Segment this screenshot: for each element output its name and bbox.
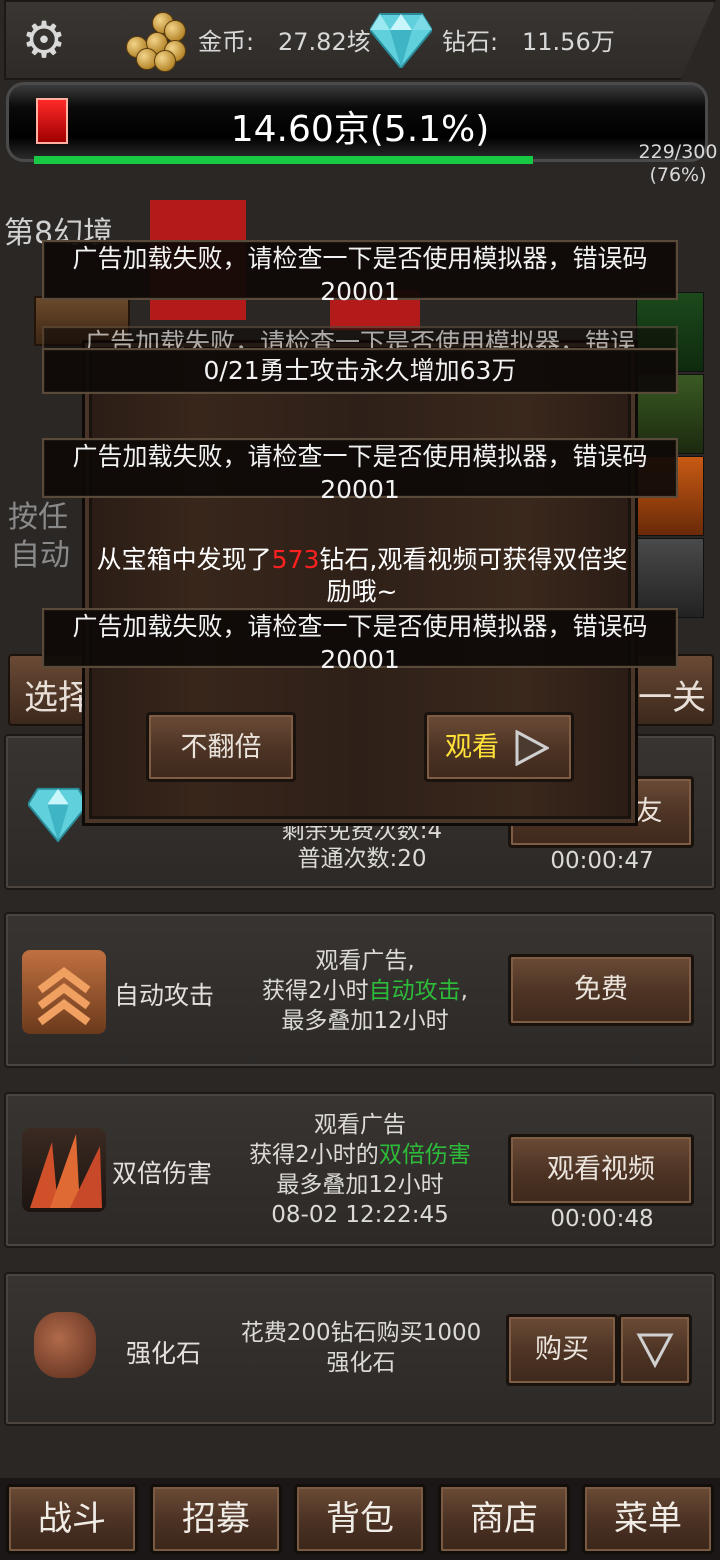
chevron-up-icon bbox=[22, 950, 106, 1034]
watch-video-button[interactable]: 观看视频 bbox=[508, 1134, 694, 1206]
double-damage-desc: 观看广告 获得2小时的双倍伤害 最多叠加12小时 08-02 12:22:45 bbox=[249, 1112, 471, 1228]
auto-attack-free-button[interactable]: 免费 bbox=[508, 954, 694, 1026]
auto-attack-desc: 观看广告, 获得2小时自动攻击, 最多叠加12小时 bbox=[262, 948, 468, 1034]
nav-backpack[interactable]: 背包 bbox=[294, 1484, 426, 1554]
kill-percent: (76%) bbox=[649, 164, 707, 186]
nav-battle[interactable]: 战斗 bbox=[6, 1484, 138, 1554]
warrior-boost-toast: 0/21勇士攻击永久增加63万 bbox=[42, 348, 678, 394]
gold-coins-icon bbox=[122, 10, 190, 72]
boss-hp-text: 14.60京(5.1%) bbox=[230, 109, 490, 150]
watch-ad-button[interactable]: 观看 bbox=[424, 712, 574, 782]
popup-message: 从宝箱中发现了573钻石,观看视频可获得双倍奖励哦~ bbox=[96, 545, 628, 606]
ad-error-toast: 广告加载失败，请检查一下是否使用模拟器，错误码20001 bbox=[42, 438, 678, 504]
boss-hp-progress-fill bbox=[34, 156, 533, 164]
dropdown-arrow-button[interactable] bbox=[618, 1314, 692, 1386]
diamond-value: 11.56万 bbox=[522, 28, 615, 56]
nav-recruit[interactable]: 招募 bbox=[150, 1484, 282, 1554]
enhance-stone-icon bbox=[34, 1312, 96, 1378]
nav-menu[interactable]: 菜单 bbox=[582, 1484, 714, 1554]
triangle-down-icon bbox=[636, 1333, 674, 1369]
diamond-row-timer: 00:00:47 bbox=[550, 848, 654, 874]
diamond-label: 钻石: bbox=[442, 28, 499, 56]
ad-error-toast: 广告加载失败，请检查一下是否使用模拟器，错误码20001 bbox=[42, 240, 678, 306]
nav-shop[interactable]: 商店 bbox=[438, 1484, 570, 1554]
next-stage-label: 一关 bbox=[638, 678, 706, 718]
diamond-icon bbox=[370, 13, 432, 68]
double-damage-timer: 00:00:48 bbox=[550, 1206, 654, 1232]
buy-button[interactable]: 购买 bbox=[506, 1314, 618, 1386]
diamond-icon bbox=[28, 787, 88, 843]
sword-skill-icon bbox=[636, 538, 704, 618]
auto-hint-text: 自动 bbox=[10, 538, 70, 573]
gear-icon[interactable]: ⚙ bbox=[18, 14, 70, 66]
play-icon bbox=[515, 730, 549, 766]
no-double-button[interactable]: 不翻倍 bbox=[146, 712, 296, 782]
ad-error-toast: 广告加载失败，请检查一下是否使用模拟器，错误码20001 bbox=[42, 608, 678, 674]
double-damage-name: 双倍伤害 bbox=[112, 1159, 213, 1188]
claw-icon bbox=[22, 1128, 106, 1212]
normal-count-label: 普通次数:20 bbox=[297, 846, 427, 872]
kill-count: 229/300 bbox=[638, 141, 718, 163]
enhance-stone-desc: 花费200钻石购买1000 强化石 bbox=[240, 1320, 482, 1376]
auto-attack-name: 自动攻击 bbox=[114, 981, 215, 1010]
enhance-stone-name: 强化石 bbox=[126, 1339, 202, 1368]
gold-label: 金币: bbox=[198, 28, 255, 56]
gold-value: 27.82垓 bbox=[278, 28, 371, 56]
